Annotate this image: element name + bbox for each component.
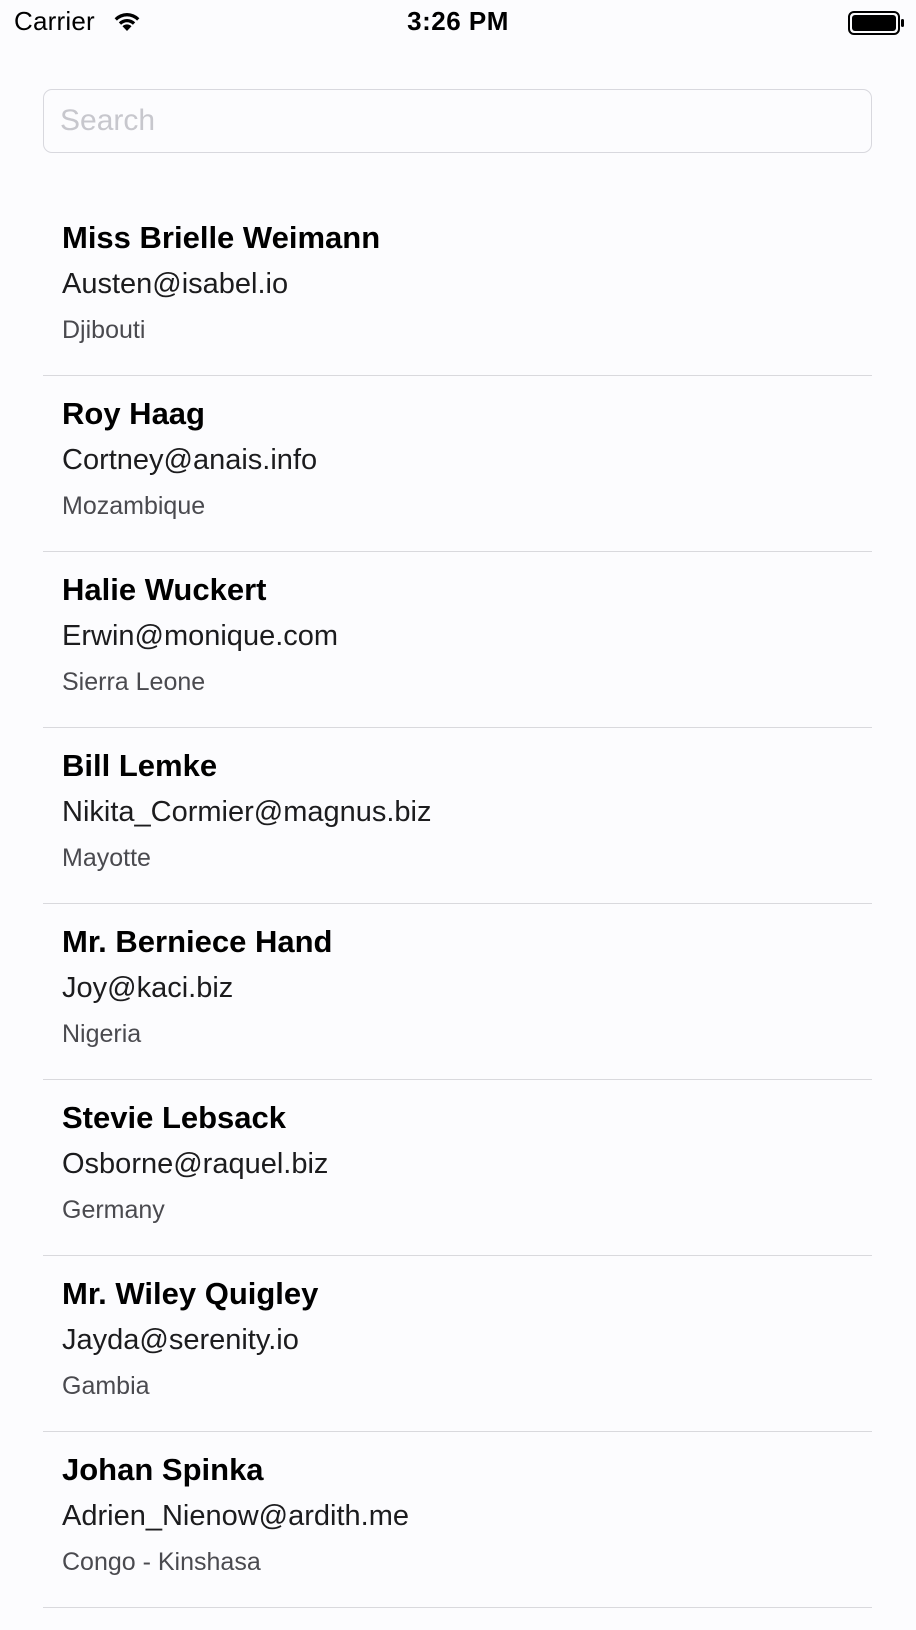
list-item[interactable]: Bill Lemke Nikita_Cormier@magnus.biz Mayot… <box>43 728 872 904</box>
status-bar: Carrier 3:26 PM <box>0 0 916 46</box>
contact-name: Mr. Berniece Hand <box>62 924 333 959</box>
list-item[interactable]: Roy Haag Cortney@anais.info Mozambique <box>43 376 872 552</box>
contact-country: Gambia <box>62 1372 150 1400</box>
contact-name: Roy Haag <box>62 396 205 431</box>
contact-country: Sierra Leone <box>62 668 206 696</box>
contact-name: Halie Wuckert <box>62 572 267 607</box>
list-item[interactable]: Stevie Lebsack Osborne@raquel.biz Germany <box>43 1080 872 1256</box>
contact-country: Mayotte <box>62 844 151 872</box>
contact-email: Erwin@monique.com <box>62 620 339 652</box>
contact-email: Osborne@raquel.biz <box>62 1148 329 1180</box>
contact-email: Cortney@anais.info <box>62 444 318 476</box>
contact-name: Johan Spinka <box>62 1452 264 1487</box>
contact-email: Nikita_Cormier@magnus.biz <box>62 796 432 828</box>
contact-name: Stevie Lebsack <box>62 1100 287 1135</box>
list-item[interactable]: Mr. Wiley Quigley Jayda@serenity.io Gambia <box>43 1256 872 1432</box>
contact-country: Nigeria <box>62 1020 142 1048</box>
contact-email: Jayda@serenity.io <box>62 1324 299 1356</box>
contact-country: Congo - Kinshasa <box>62 1548 261 1576</box>
list-item[interactable]: Miss Brielle Weimann Austen@isabel.io Djib… <box>43 200 872 376</box>
contact-name: Bill Lemke <box>62 748 218 783</box>
list-item[interactable]: Mr. Berniece Hand Joy@kaci.biz Nigeria <box>43 904 872 1080</box>
list-item[interactable]: Johan Spinka Adrien_Nienow@ardith.me Congo… <box>43 1432 872 1608</box>
contact-country: Djibouti <box>62 316 146 344</box>
contact-name: Mr. Wiley Quigley <box>62 1276 319 1311</box>
contact-name: Miss Brielle Weimann <box>62 220 381 255</box>
contact-country: Germany <box>62 1196 165 1224</box>
contact-email: Adrien_Nienow@ardith.me <box>62 1500 409 1532</box>
status-time: 3:26 PM <box>407 6 509 36</box>
contact-email: Joy@kaci.biz <box>62 972 234 1004</box>
search-box[interactable] <box>43 89 872 153</box>
contact-country: Mozambique <box>62 492 206 520</box>
contact-list: Miss Brielle Weimann Austen@isabel.io Djib… <box>43 200 872 1608</box>
contact-email: Austen@isabel.io <box>62 268 289 300</box>
list-item[interactable]: Halie Wuckert Erwin@monique.com Sierra Leo… <box>43 552 872 728</box>
search-input[interactable] <box>44 90 871 152</box>
battery-icon <box>848 10 906 36</box>
